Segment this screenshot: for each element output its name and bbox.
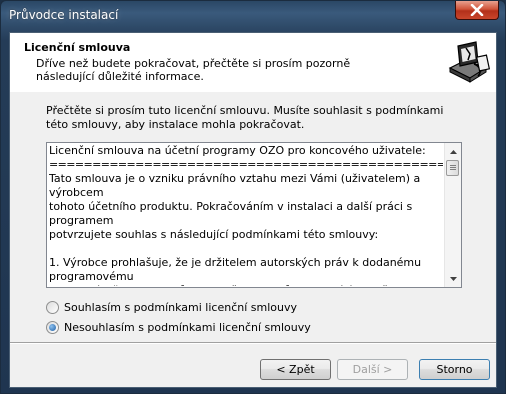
license-line — [49, 242, 443, 256]
license-textbox[interactable]: Licenční smlouva na účetní programy OZO … — [46, 142, 462, 288]
page-title: Licenční smlouva — [24, 41, 131, 54]
footer-divider — [10, 342, 496, 344]
license-line: potvrzujete souhlas s následující podmín… — [49, 228, 379, 241]
decline-option[interactable]: Nesouhlasím s podmínkami licenční smlouv… — [46, 321, 311, 334]
license-line: 1. Výrobce prohlašuje, že je držitelem a… — [49, 256, 425, 283]
license-text[interactable]: Licenční smlouva na účetní programy OZO … — [49, 144, 443, 286]
page-subtitle: Dříve než budete pokračovat, přečtěte si… — [36, 57, 351, 83]
license-line: Tato smlouva je o vzniku právního vztahu… — [49, 172, 424, 199]
accept-option[interactable]: Souhlasím s podmínkami licenční smlouvy — [46, 301, 297, 314]
wizard-page: Licenční smlouva Dříve než budete pokrač… — [9, 32, 497, 388]
scroll-thumb[interactable] — [446, 160, 459, 176]
close-button[interactable] — [455, 1, 499, 20]
installer-logo-icon — [444, 38, 492, 86]
chevron-up-icon — [449, 149, 457, 154]
chevron-down-icon — [449, 276, 457, 281]
installer-window: Průvodce instalací Licenční smlouva Dřív… — [0, 0, 506, 394]
header-divider — [10, 91, 496, 92]
window-title: Průvodce instalací — [9, 8, 119, 22]
license-line: ========================================… — [49, 158, 443, 171]
license-line: tohoto účetního produktu. Pokračováním v… — [49, 200, 416, 227]
title-bar[interactable]: Průvodce instalací — [1, 1, 505, 31]
next-button[interactable]: Další > — [337, 359, 408, 380]
scroll-down-button[interactable] — [445, 270, 461, 287]
scroll-up-button[interactable] — [445, 143, 461, 160]
license-line: Licenční smlouva na účetní programy OZO … — [49, 144, 426, 157]
license-instruction: Přečtěte si prosím tuto licenční smlouvu… — [46, 104, 444, 131]
decline-label[interactable]: Nesouhlasím s podmínkami licenční smlouv… — [64, 321, 311, 334]
accept-radio[interactable] — [46, 301, 59, 314]
close-icon — [470, 4, 484, 16]
license-line: vybavení a že ponese důsledky všech spor… — [49, 284, 443, 286]
license-scrollbar[interactable] — [444, 143, 461, 287]
back-button[interactable]: < Zpět — [260, 359, 331, 380]
wizard-header: Licenční smlouva Dříve než budete pokrač… — [10, 33, 496, 92]
cancel-button[interactable]: Storno — [419, 359, 490, 380]
decline-radio[interactable] — [46, 321, 59, 334]
accept-label[interactable]: Souhlasím s podmínkami licenční smlouvy — [64, 301, 297, 314]
